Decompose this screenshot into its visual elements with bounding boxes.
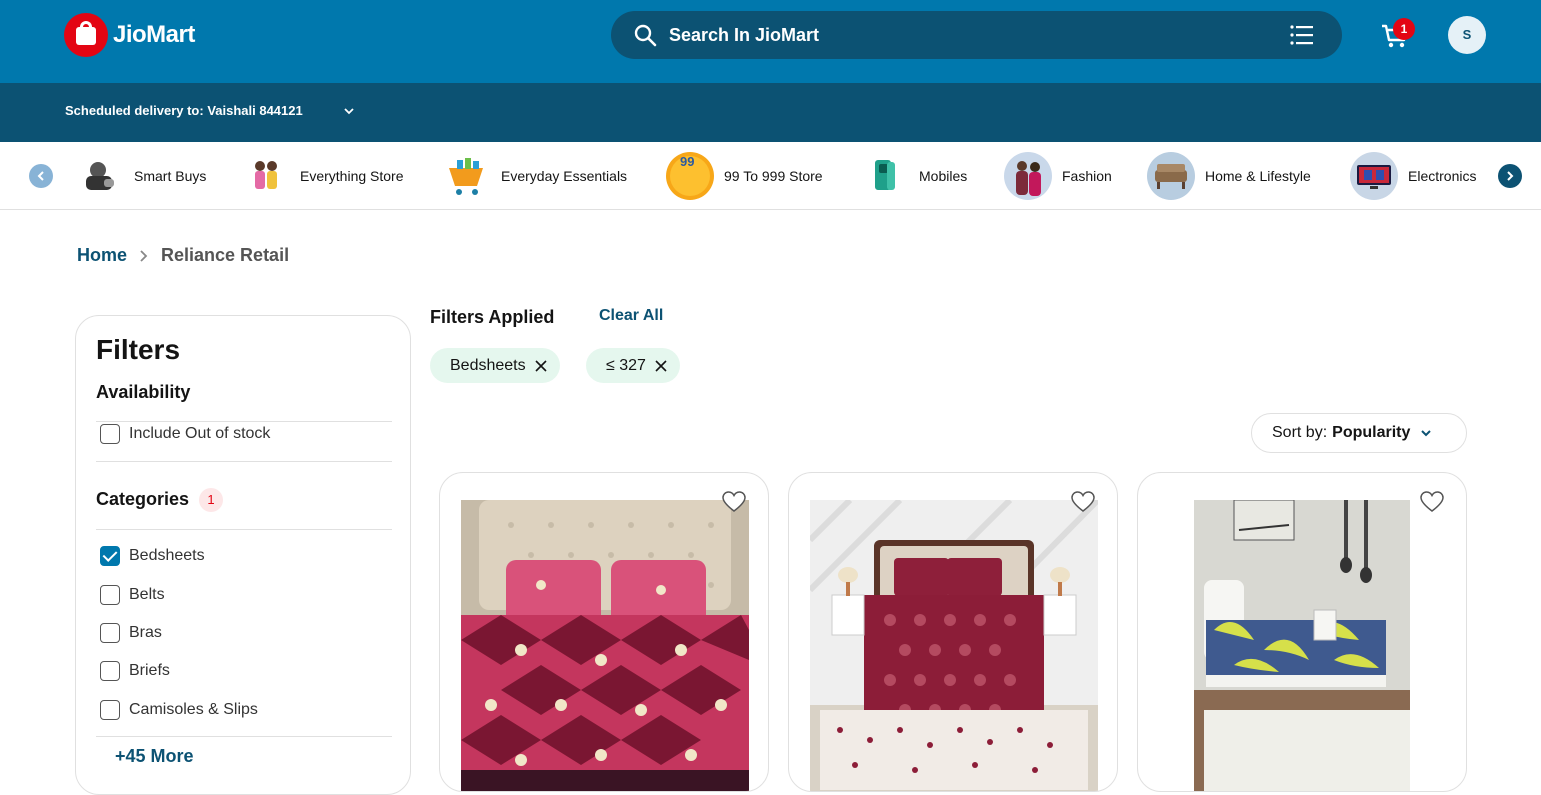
avatar[interactable]: S — [1448, 16, 1486, 54]
chevron-right-icon — [1507, 171, 1514, 181]
category-option-bedsheets[interactable]: Bedsheets — [100, 546, 205, 566]
product-image[interactable] — [461, 500, 749, 791]
categories-heading: Categories 1 — [96, 488, 224, 512]
99-badge-text: 99 — [680, 154, 695, 169]
filters-panel: Filters Availability Include Out of stoc… — [75, 315, 411, 795]
checkbox[interactable] — [100, 700, 120, 720]
checkbox[interactable] — [100, 661, 120, 681]
99-store-icon: 99 — [666, 152, 714, 200]
filters-applied-title: Filters Applied — [430, 307, 555, 327]
search-bar[interactable]: Search In JioMart — [611, 11, 1342, 59]
category-everyday-essentials[interactable]: Everyday Essentials — [443, 152, 627, 200]
checkbox-label: Briefs — [129, 662, 170, 679]
category-option-bras[interactable]: Bras — [100, 623, 162, 643]
smart-buys-icon — [76, 152, 124, 200]
chevron-left-icon — [37, 171, 44, 181]
checkbox-label: Bedsheets — [129, 547, 205, 564]
divider — [96, 461, 392, 462]
category-smart-buys[interactable]: Smart Buys — [76, 152, 206, 200]
fashion-icon — [1004, 152, 1052, 200]
wishlist-heart-icon[interactable] — [722, 491, 746, 513]
delivery-location[interactable]: Scheduled delivery to: Vaishali 844121 — [65, 103, 303, 118]
sort-dropdown[interactable]: Sort by: Popularity — [1251, 413, 1467, 453]
checkbox-label: Belts — [129, 586, 165, 603]
categories-heading-text: Categories — [96, 488, 190, 509]
divider — [96, 421, 392, 422]
sort-label: Sort by: — [1272, 424, 1328, 441]
wishlist-heart-icon[interactable] — [1071, 491, 1095, 513]
category-99-to-999-store[interactable]: 99 99 To 999 Store — [666, 152, 823, 200]
home-lifestyle-icon — [1147, 152, 1195, 200]
everyday-essentials-icon — [443, 152, 491, 200]
checkbox[interactable] — [100, 623, 120, 643]
category-mobiles[interactable]: Mobiles — [861, 152, 967, 200]
more-categories-link[interactable]: +45 More — [115, 746, 194, 767]
scroll-right-button[interactable] — [1498, 164, 1522, 188]
category-strip: Smart Buys Everything Store Everyday Ess… — [0, 142, 1541, 210]
chevron-down-icon — [1421, 430, 1432, 437]
breadcrumb-current: Reliance Retail — [161, 245, 290, 265]
jiomart-bag-icon — [64, 13, 108, 57]
search-icon — [634, 24, 657, 47]
category-label: Home & Lifestyle — [1205, 168, 1311, 184]
top-header: JioMart Search In JioMart 1 S — [0, 0, 1541, 83]
category-count-badge: 1 — [199, 488, 224, 512]
clear-all-link[interactable]: Clear All — [599, 307, 663, 325]
checkbox-label: Bras — [129, 624, 162, 641]
divider — [96, 736, 392, 737]
chevron-right-icon — [140, 249, 148, 262]
chip-label: ≤ 327 — [606, 356, 646, 374]
wishlist-heart-icon[interactable] — [1420, 491, 1444, 513]
category-label: Electronics — [1408, 168, 1477, 184]
electronics-icon — [1350, 152, 1398, 200]
cart-count-badge: 1 — [1393, 18, 1415, 40]
close-icon[interactable] — [534, 359, 548, 373]
checkbox-checked[interactable] — [100, 546, 120, 566]
category-fashion[interactable]: Fashion — [1004, 152, 1112, 200]
divider — [96, 529, 392, 530]
category-option-belts[interactable]: Belts — [100, 585, 165, 605]
list-icon[interactable] — [1290, 24, 1314, 46]
filter-chip-bedsheets[interactable]: Bedsheets — [430, 348, 560, 383]
close-icon[interactable] — [654, 359, 668, 373]
product-image[interactable] — [1194, 500, 1410, 791]
category-label: Mobiles — [919, 168, 968, 184]
category-home-lifestyle[interactable]: Home & Lifestyle — [1147, 152, 1311, 200]
brand-name: JioMart — [113, 21, 195, 48]
category-label: 99 To 999 Store — [724, 168, 823, 184]
product-card[interactable] — [439, 472, 769, 792]
category-option-camisoles-slips[interactable]: Camisoles & Slips — [100, 700, 258, 720]
breadcrumb-home[interactable]: Home — [77, 245, 127, 266]
delivery-bar[interactable]: Scheduled delivery to: Vaishali 844121 — [0, 83, 1541, 142]
category-electronics[interactable]: Electronics — [1350, 152, 1476, 200]
everything-store-icon — [242, 152, 290, 200]
category-label: Everything Store — [300, 168, 404, 184]
search-input[interactable]: Search In JioMart — [669, 25, 819, 46]
checkbox[interactable] — [100, 424, 120, 444]
category-everything-store[interactable]: Everything Store — [242, 152, 404, 200]
breadcrumb: Home Reliance Retail — [77, 245, 289, 266]
category-label: Smart Buys — [134, 168, 207, 184]
filters-title: Filters — [96, 334, 181, 365]
availability-heading: Availability — [96, 382, 191, 402]
checkbox[interactable] — [100, 585, 120, 605]
checkbox-label: Camisoles & Slips — [129, 701, 258, 718]
chip-label: Bedsheets — [450, 356, 526, 374]
sort-value: Popularity — [1332, 424, 1411, 441]
chevron-down-icon[interactable] — [343, 105, 355, 117]
jiomart-logo[interactable]: JioMart — [64, 13, 195, 57]
mobiles-icon — [861, 152, 909, 200]
filter-chip-price[interactable]: ≤ 327 — [586, 348, 680, 383]
category-label: Fashion — [1062, 168, 1112, 184]
include-out-of-stock-checkbox[interactable]: Include Out of stock — [100, 424, 270, 444]
category-option-briefs[interactable]: Briefs — [100, 661, 170, 681]
product-image[interactable] — [810, 500, 1098, 791]
product-card[interactable] — [1137, 472, 1467, 792]
category-label: Everyday Essentials — [501, 168, 628, 184]
scroll-left-button[interactable] — [29, 164, 53, 188]
product-card[interactable] — [788, 472, 1118, 792]
checkbox-label: Include Out of stock — [129, 425, 271, 442]
